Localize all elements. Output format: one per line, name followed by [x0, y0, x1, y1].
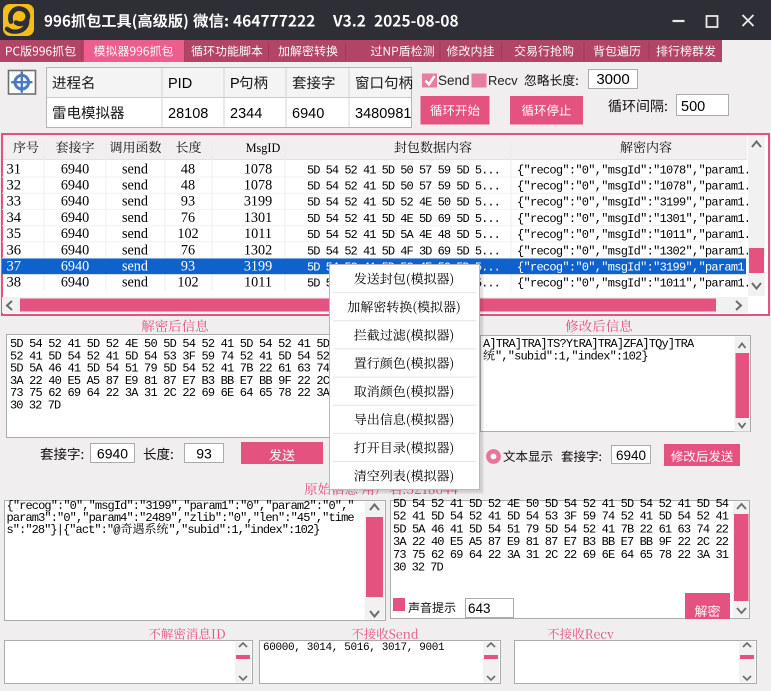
svg-text:48: 48: [181, 178, 195, 194]
svg-text:6940: 6940: [61, 161, 89, 177]
svg-text:5D 54 52 41 5D 52 4E 50 5D 5..: 5D 54 52 41 5D 52 4E 50 5D 5...: [307, 196, 501, 210]
svg-text:6940: 6940: [97, 446, 128, 462]
svg-text:5D 54 52 41 5D 4E 5D 69 5D 5..: 5D 54 52 41 5D 4E 5D 69 5D 5...: [307, 212, 501, 226]
svg-text:30 32 7D: 30 32 7D: [393, 561, 444, 575]
svg-text:500: 500: [681, 99, 705, 115]
svg-text:76: 76: [181, 242, 195, 258]
svg-text:","subid":1,"index":102}: ","subid":1,"index":102}: [495, 349, 649, 363]
svg-text:3199: 3199: [244, 194, 272, 210]
svg-text:PID: PID: [168, 76, 192, 92]
svg-text:{"recog":"0","msgId":"1301","p: {"recog":"0","msgId":"1301","param1..: [517, 212, 758, 226]
svg-text:31: 31: [7, 161, 22, 177]
svg-text:send: send: [122, 275, 148, 291]
svg-text:Send: Send: [438, 73, 470, 88]
svg-text:102: 102: [177, 226, 198, 242]
svg-text:MsgID: MsgID: [246, 141, 281, 155]
svg-text:6940: 6940: [61, 259, 89, 275]
svg-text:1011: 1011: [244, 226, 272, 242]
svg-text:30 32 7D: 30 32 7D: [10, 398, 61, 412]
svg-text:35: 35: [7, 226, 22, 242]
svg-text:send: send: [122, 161, 148, 177]
svg-text:5D 54 52 41 5D 5A 4E 48 5D 5..: 5D 54 52 41 5D 5A 4E 48 5D 5...: [307, 228, 501, 242]
svg-text:102: 102: [177, 275, 198, 291]
svg-text:93: 93: [181, 194, 195, 210]
svg-text:1078: 1078: [244, 178, 272, 194]
svg-text:6940: 6940: [61, 210, 89, 226]
svg-text:6940: 6940: [292, 106, 324, 122]
svg-text:5D 54 52 41 5D 50 57 59 5D 5..: 5D 54 52 41 5D 50 57 59 5D 5...: [307, 180, 501, 194]
svg-text:38: 38: [7, 275, 22, 291]
svg-text:send: send: [122, 242, 148, 258]
svg-text:32: 32: [7, 178, 22, 194]
svg-text:5D 54 52 41 5D 50 57 59 5D 5..: 5D 54 52 41 5D 50 57 59 5D 5...: [307, 163, 501, 177]
svg-text:5D 54 52 41 5D 4F 3D 69 5D 5..: 5D 54 52 41 5D 4F 3D 69 5D 5...: [307, 244, 501, 258]
svg-text:76: 76: [181, 210, 195, 226]
svg-text:1301: 1301: [244, 210, 272, 226]
svg-text:","subid":1,"index":102}: ","subid":1,"index":102}: [169, 523, 321, 537]
svg-text:{"recog":"0","msgId":"1011","p: {"recog":"0","msgId":"1011","param1..: [517, 228, 758, 242]
svg-text:Recv: Recv: [488, 73, 518, 88]
svg-text:34809810: 34809810: [355, 106, 420, 122]
svg-text:{"recog":"0","msgId":"1302","p: {"recog":"0","msgId":"1302","param1..: [517, 244, 758, 258]
svg-text:1302: 1302: [244, 242, 272, 258]
svg-text:{"recog":"0","msgId":"1078","p: {"recog":"0","msgId":"1078","param1..: [517, 180, 758, 194]
svg-text:3000: 3000: [596, 71, 629, 88]
svg-text:28108: 28108: [168, 106, 208, 122]
svg-text:s":"28"}|{"act":"@: s":"28"}|{"act":"@: [7, 523, 121, 537]
svg-text:{"recog":"0","msgId":"3199","p: {"recog":"0","msgId":"3199","param1..: [517, 196, 758, 210]
svg-text:1011: 1011: [244, 275, 272, 291]
svg-text:6940: 6940: [61, 226, 89, 242]
svg-text:6940: 6940: [61, 242, 89, 258]
svg-text:37: 37: [7, 259, 22, 275]
svg-text:send: send: [122, 259, 148, 275]
svg-text:6940: 6940: [61, 275, 89, 291]
svg-text:send: send: [122, 178, 148, 194]
svg-text:48: 48: [181, 161, 195, 177]
svg-text:{"recog":"0","msgId":"1011","p: {"recog":"0","msgId":"1011","param1..: [517, 277, 758, 291]
svg-text:6940: 6940: [61, 178, 89, 194]
svg-text:{"recog":"0","msgId":"3199","p: {"recog":"0","msgId":"3199","param1..: [517, 261, 758, 275]
svg-text:33: 33: [7, 194, 22, 210]
svg-text:6940: 6940: [616, 448, 646, 463]
svg-text:3199: 3199: [244, 259, 272, 275]
svg-text:1078: 1078: [244, 161, 272, 177]
svg-text:{"recog":"0","msgId":"1078","p: {"recog":"0","msgId":"1078","param1..: [517, 163, 758, 177]
svg-text:93: 93: [181, 259, 195, 275]
svg-text:P: P: [230, 76, 240, 92]
svg-text:send: send: [122, 226, 148, 242]
svg-text:6940: 6940: [61, 194, 89, 210]
svg-text:34: 34: [7, 210, 22, 226]
svg-text:36: 36: [7, 242, 22, 258]
svg-text:93: 93: [196, 446, 212, 462]
svg-text:2344: 2344: [230, 106, 262, 122]
svg-text:60000, 3014, 5016, 3017, 9001: 60000, 3014, 5016, 3017, 9001: [263, 642, 445, 654]
svg-text:643: 643: [468, 601, 491, 616]
svg-text:send: send: [122, 194, 148, 210]
svg-text:send: send: [122, 210, 148, 226]
